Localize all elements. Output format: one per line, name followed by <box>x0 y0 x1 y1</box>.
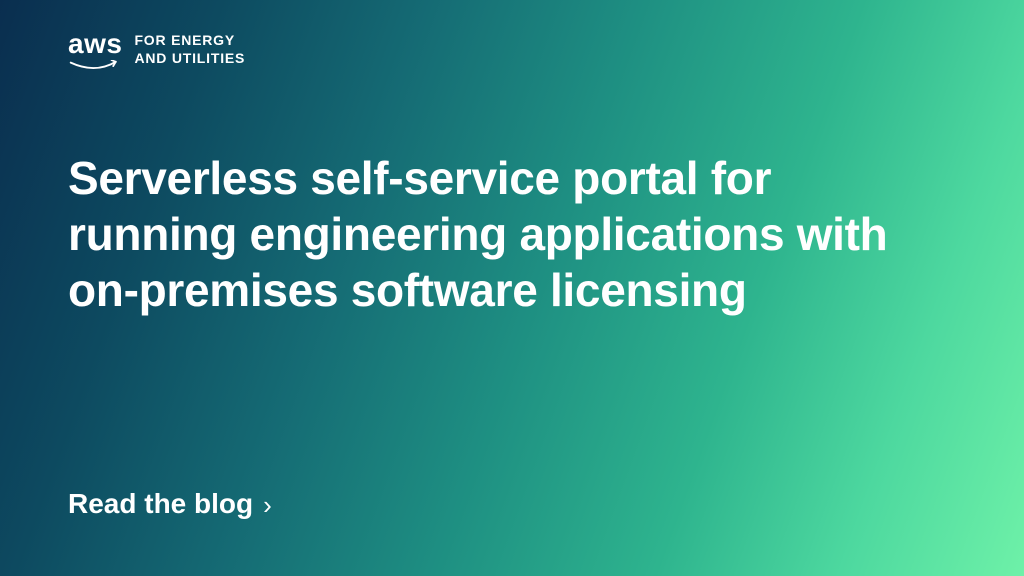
chevron-right-icon: › <box>263 492 272 518</box>
segment-line-2: AND UTILITIES <box>134 50 245 68</box>
cta-label: Read the blog <box>68 488 253 520</box>
segment-label: FOR ENERGY AND UTILITIES <box>134 32 245 67</box>
aws-logo: aws <box>68 30 122 74</box>
promo-banner: aws FOR ENERGY AND UTILITIES Serverless … <box>0 0 1024 576</box>
aws-smile-icon <box>69 60 121 74</box>
segment-line-1: FOR ENERGY <box>134 32 245 50</box>
headline: Serverless self-service portal for runni… <box>68 150 898 488</box>
aws-logo-text: aws <box>68 30 122 58</box>
read-blog-link[interactable]: Read the blog › <box>68 488 956 520</box>
logo-block: aws FOR ENERGY AND UTILITIES <box>68 30 956 74</box>
